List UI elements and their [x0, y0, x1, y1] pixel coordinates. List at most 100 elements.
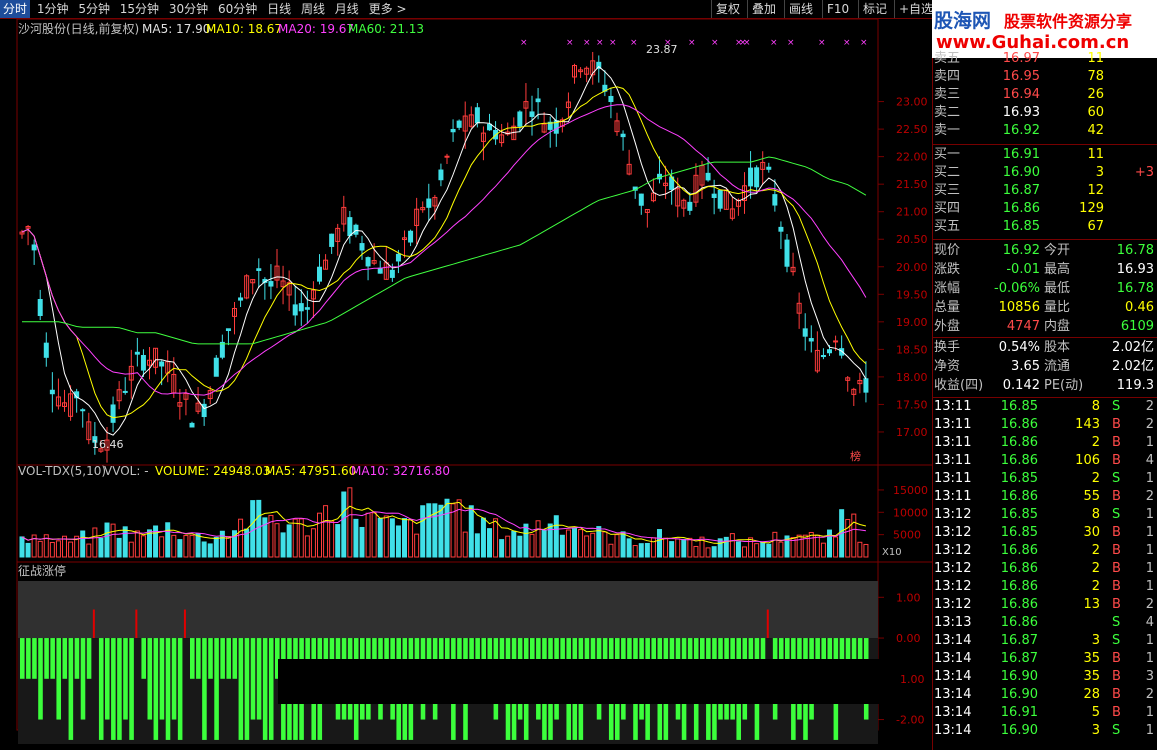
candle-body	[438, 169, 444, 181]
stat-row[interactable]: 涨跌 -0.01 最高 16.93	[932, 261, 1157, 279]
tab-daily[interactable]: 日线	[264, 0, 294, 18]
tick-row[interactable]: 13:11 16.86 106 B 4	[932, 452, 1157, 470]
tick-time: 13:11	[934, 435, 972, 450]
tick-time: 13:12	[934, 561, 972, 576]
tab-15min[interactable]: 15分钟	[117, 0, 162, 18]
volume-bar	[371, 512, 377, 558]
adjust-button[interactable]: 复权	[711, 0, 744, 18]
mark-button[interactable]: 标记	[858, 0, 891, 18]
tick-price: 16.85	[1000, 507, 1038, 522]
tab-intraday[interactable]: 分时	[0, 0, 31, 18]
tick-row[interactable]: 13:14 16.87 35 B 1	[932, 650, 1157, 668]
tick-row[interactable]: 13:12 16.86 2 B 1	[932, 578, 1157, 596]
volume-bar	[250, 500, 256, 558]
tick-side: B	[1112, 435, 1121, 450]
overlay-button[interactable]: 叠加	[747, 0, 780, 18]
overlay-band	[278, 659, 900, 704]
tick-row[interactable]: 13:12 16.86 2 B 1	[932, 560, 1157, 578]
volume-bar	[845, 518, 851, 558]
fin-row[interactable]: 收益(四) 0.142 PE(动) 119.3	[932, 377, 1157, 395]
tick-row[interactable]: 13:13 16.86 S 4	[932, 614, 1157, 632]
stat-label: 量比	[1044, 300, 1071, 315]
tick-time: 13:14	[934, 651, 972, 666]
bid-row[interactable]: 买二 16.90 3 +3	[932, 164, 1157, 182]
signal-marker: ×	[630, 38, 638, 48]
ma10-label: MA10: 18.67	[206, 22, 282, 36]
candle-body	[395, 253, 401, 262]
fin-row[interactable]: 净资 3.65 流通 2.02亿	[932, 358, 1157, 376]
bid-label: 买二	[934, 165, 961, 180]
tick-row[interactable]: 13:11 16.86 143 B 2	[932, 416, 1157, 434]
stat-row[interactable]: 现价 16.92 今开 16.78	[932, 242, 1157, 260]
candle-body	[426, 198, 432, 208]
stat-row[interactable]: 总量 10856 量比 0.46	[932, 299, 1157, 317]
ask-row[interactable]: 卖四 16.95 78	[932, 68, 1157, 86]
volume-bar	[681, 538, 687, 558]
ma20-label: MA20: 19.67	[278, 22, 354, 36]
tick-row[interactable]: 13:11 16.86 55 B 2	[932, 488, 1157, 506]
tick-row[interactable]: 13:14 16.87 3 S 1	[932, 632, 1157, 650]
bid-row[interactable]: 买一 16.91 11	[932, 146, 1157, 164]
ask-row[interactable]: 卖三 16.94 26	[932, 86, 1157, 104]
signal-marker: ×	[596, 38, 604, 48]
tab-weekly[interactable]: 周线	[298, 0, 328, 18]
bid-row[interactable]: 买四 16.86 129	[932, 200, 1157, 218]
tick-count: 1	[1145, 579, 1154, 594]
tick-row[interactable]: 13:11 16.85 8 S 2	[932, 398, 1157, 416]
tick-row[interactable]: 13:14 16.91 5 B 1	[932, 704, 1157, 722]
tick-row[interactable]: 13:11 16.85 2 S 1	[932, 470, 1157, 488]
ask-volume: 78	[1087, 69, 1104, 84]
tick-row[interactable]: 13:12 16.85 8 S 1	[932, 506, 1157, 524]
tick-row[interactable]: 13:14 16.90 28 B 2	[932, 686, 1157, 704]
tick-row[interactable]: 13:12 16.86 13 B 2	[932, 596, 1157, 614]
ask-row[interactable]: 卖一 16.92 42	[932, 122, 1157, 140]
stock-charts[interactable]: 沙河股份(日线,前复权) MA5: 17.90 MA10: 18.67 MA20…	[0, 19, 932, 750]
volume-bar	[213, 536, 219, 558]
tick-side: B	[1112, 597, 1121, 612]
tick-volume: 35	[1083, 651, 1100, 666]
ask-row[interactable]: 卖二 16.93 60	[932, 104, 1157, 122]
tab-60min[interactable]: 60分钟	[215, 0, 260, 18]
volume-bar	[335, 524, 341, 558]
tab-30min[interactable]: 30分钟	[166, 0, 211, 18]
volume-bar	[833, 536, 839, 558]
candle-body	[353, 224, 359, 235]
tick-volume: 55	[1083, 489, 1100, 504]
tick-row[interactable]: 13:14 16.90 35 B 3	[932, 668, 1157, 686]
fin-value: 3.65	[1011, 359, 1040, 374]
tick-row[interactable]: 13:11 16.86 2 B 1	[932, 434, 1157, 452]
volume-bar	[578, 529, 584, 558]
candle-body	[140, 355, 146, 371]
signal-marker: ×	[566, 38, 574, 48]
add-watchlist-button[interactable]: +自选	[894, 0, 937, 18]
tick-row[interactable]: 13:12 16.85 30 B 1	[932, 524, 1157, 542]
rank-tag[interactable]: 榜	[850, 449, 861, 463]
stat-label: 最高	[1044, 262, 1071, 277]
f10-button[interactable]: F10	[822, 0, 853, 18]
ask-row[interactable]: 卖五 16.97 11	[932, 50, 1157, 68]
candle-body	[43, 342, 49, 358]
volume-bar	[256, 499, 262, 558]
tab-more[interactable]: 更多 >	[366, 0, 410, 18]
volume-bar	[644, 542, 650, 558]
indicator-bar	[80, 638, 86, 720]
tick-row[interactable]: 13:14 16.90 3 S 1	[932, 722, 1157, 740]
candle-body	[389, 269, 395, 278]
draw-line-button[interactable]: 画线	[784, 0, 817, 18]
tab-1min[interactable]: 1分钟	[34, 0, 72, 18]
bid-row[interactable]: 买三 16.87 12	[932, 182, 1157, 200]
tick-row[interactable]: 13:12 16.86 2 B 1	[932, 542, 1157, 560]
stat-row[interactable]: 外盘 4747 内盘 6109	[932, 318, 1157, 336]
tick-price: 16.90	[1000, 687, 1038, 702]
stat-row[interactable]: 涨幅 -0.06% 最低 16.78	[932, 280, 1157, 298]
fin-row[interactable]: 换手 0.54% 股本 2.02亿	[932, 339, 1157, 357]
tab-5min[interactable]: 5分钟	[75, 0, 113, 18]
tick-time: 13:12	[934, 597, 972, 612]
candle-body	[517, 111, 523, 127]
candle-body	[535, 98, 541, 103]
tab-monthly[interactable]: 月线	[332, 0, 362, 18]
candle-body	[687, 201, 693, 211]
fin-label: PE(动)	[1044, 378, 1084, 393]
bid-row[interactable]: 买五 16.85 67	[932, 218, 1157, 236]
volume-bar	[195, 533, 201, 558]
